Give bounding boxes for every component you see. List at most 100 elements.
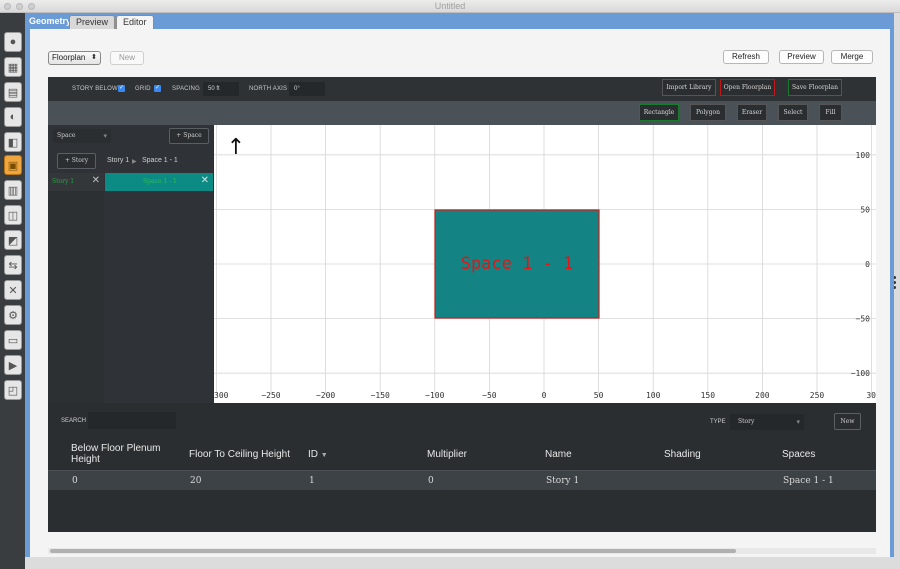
x-tick-label: −250	[261, 391, 280, 400]
results-summary-icon[interactable]: ◰	[4, 380, 22, 400]
x-tick-label: 100	[646, 391, 661, 400]
x-tick-label: 0	[542, 391, 547, 400]
loads-icon[interactable]: ◐	[4, 107, 22, 127]
column-id-label: ID	[308, 449, 318, 460]
column-below-floor-plenum-height[interactable]: Below Floor Plenum Height	[71, 443, 171, 465]
type-select[interactable]: Story ▾	[730, 414, 804, 430]
add-space-button[interactable]: + Space	[169, 128, 209, 144]
column-shading[interactable]: Shading	[664, 449, 701, 460]
geometry-icon[interactable]: ▣	[4, 155, 22, 175]
breadcrumb-space[interactable]: Space 1 - 1	[142, 157, 178, 164]
measures-icon[interactable]: ⚙	[4, 305, 22, 325]
x-tick-label: 150	[701, 391, 716, 400]
search-input[interactable]	[88, 412, 176, 429]
story-list: Story 1 ✕	[48, 173, 104, 403]
delete-space-icon[interactable]: ✕	[201, 175, 209, 186]
story-list-item[interactable]: Story 1 ✕	[48, 173, 104, 191]
site-icon[interactable]: ●	[4, 32, 22, 52]
column-spaces[interactable]: Spaces	[782, 449, 815, 460]
spaces-icon[interactable]: ◫	[4, 205, 22, 225]
table-row[interactable]: 0 20 1 0 Story 1 Space 1 - 1	[48, 471, 876, 490]
cell-below-floor-plenum-height[interactable]: 0	[72, 476, 78, 486]
breadcrumb-separator-icon: ▶	[132, 159, 137, 165]
refresh-button[interactable]: Refresh	[723, 50, 769, 64]
add-story-button[interactable]: + Story	[57, 153, 96, 169]
cell-spaces[interactable]: Space 1 - 1	[783, 476, 834, 486]
column-id[interactable]: ID ▼	[308, 449, 328, 461]
mode-select-value: Floorplan	[52, 53, 86, 62]
preview-button[interactable]: Preview	[779, 50, 824, 64]
y-tick-label: −50	[856, 315, 871, 324]
horizontal-scrollbar[interactable]	[48, 548, 876, 554]
tab-preview[interactable]: Preview	[69, 15, 116, 29]
plus-icon: +	[176, 132, 182, 139]
grid-checkbox[interactable]: ✓	[154, 85, 161, 92]
tab-editor[interactable]: Editor	[116, 15, 154, 29]
import-library-button[interactable]: Import Library	[662, 79, 716, 96]
scrollbar-thumb[interactable]	[50, 549, 736, 553]
schedules-icon[interactable]: ▦	[4, 57, 22, 77]
merge-button[interactable]: Merge	[831, 50, 873, 64]
spacing-label: SPACING	[172, 86, 200, 92]
cell-id[interactable]: 1	[309, 476, 315, 486]
x-axis-ticks: 300 −250 −200 −150 −100 −50 0 50 100 150 200 250 30	[214, 391, 876, 400]
simulation-settings-icon[interactable]: ▭	[4, 330, 22, 350]
spacing-input[interactable]: 50 ft	[203, 82, 239, 96]
hvac-systems-icon[interactable]: ⇆	[4, 255, 22, 275]
north-axis-input[interactable]: 0°	[289, 82, 325, 96]
run-simulation-icon[interactable]: ▶	[4, 355, 22, 375]
x-tick-label: 30	[866, 391, 876, 400]
object-sidebar: Space ▾ + Space + Story Story 1 ▶ Space …	[48, 125, 213, 403]
mode-select[interactable]: Floorplan ⬍	[48, 51, 101, 65]
space-list-item[interactable]: Space 1 - 1 ✕	[105, 173, 213, 191]
updown-arrow-icon: ⬍	[91, 54, 97, 61]
thermal-zones-icon[interactable]: ◩	[4, 230, 22, 250]
select-tool-button[interactable]: Select	[778, 104, 808, 121]
new-floorplan-button[interactable]: New	[110, 51, 144, 65]
save-floorplan-button[interactable]: Save Floorplan	[788, 79, 842, 96]
cell-name[interactable]: Story 1	[546, 476, 579, 486]
x-tick-label: −50	[482, 391, 497, 400]
cell-floor-to-ceiling-height[interactable]: 20	[190, 476, 201, 486]
grid-label: GRID	[135, 86, 151, 92]
window-title: Untitled	[434, 1, 466, 11]
window-titlebar: Untitled	[0, 0, 900, 13]
floorplan-canvas[interactable]: Space 1 - 1 300 −250 −200 −150 −100 −50 0 50 100…	[214, 125, 876, 403]
story-below-checkbox[interactable]: ✓	[118, 85, 125, 92]
polygon-tool-button[interactable]: Polygon	[690, 104, 726, 121]
breadcrumb-story[interactable]: Story 1	[107, 157, 129, 164]
constructions-icon[interactable]: ▤	[4, 82, 22, 102]
open-floorplan-button[interactable]: Open Floorplan	[720, 79, 775, 96]
type-label: TYPE	[710, 419, 726, 425]
north-arrow-icon: ↑	[227, 135, 245, 160]
add-story-label: Story	[71, 157, 89, 164]
facility-icon[interactable]: ▥	[4, 180, 22, 200]
table-header: Below Floor Plenum Height Floor To Ceili…	[48, 441, 876, 471]
y-tick-label: 50	[860, 205, 870, 214]
main-frame: Geometry Preview Editor Floorplan ⬍ New …	[25, 13, 894, 557]
section-title: Geometry	[29, 16, 72, 26]
building-components-icon[interactable]: ✕	[4, 280, 22, 300]
object-type-select[interactable]: Space ▾	[53, 129, 111, 143]
left-tool-strip: ● ▦ ▤ ◐ ◧ ▣ ▥ ◫ ◩ ⇆ ✕ ⚙ ▭ ▶ ◰	[0, 13, 25, 569]
space-label: Space 1 - 1	[461, 254, 574, 274]
column-floor-to-ceiling-height[interactable]: Floor To Ceiling Height	[189, 449, 290, 460]
floorplan-editor: STORY BELOW ✓ GRID ✓ SPACING 50 ft NORTH…	[48, 77, 876, 532]
y-axis-ticks: 100 50 0 −50 −100	[851, 151, 870, 378]
delete-story-icon[interactable]: ✕	[92, 175, 100, 186]
y-tick-label: 0	[865, 260, 870, 269]
plus-icon: +	[64, 157, 70, 164]
column-multiplier[interactable]: Multiplier	[427, 449, 467, 460]
fill-tool-button[interactable]: Fill	[819, 104, 842, 121]
tab-bar: Geometry Preview Editor	[25, 13, 894, 29]
floorplan-grid-svg[interactable]: Space 1 - 1 300 −250 −200 −150 −100 −50 0 50 100…	[214, 125, 876, 403]
eraser-tool-button[interactable]: Eraser	[737, 104, 767, 121]
new-story-button[interactable]: New	[834, 413, 861, 430]
add-space-label: Space	[183, 132, 202, 139]
cell-multiplier[interactable]: 0	[428, 476, 434, 486]
space-types-icon[interactable]: ◧	[4, 132, 22, 152]
dropdown-arrow-icon: ▾	[103, 132, 107, 140]
rectangle-tool-button[interactable]: Rectangle	[639, 104, 679, 121]
x-tick-label: −200	[316, 391, 335, 400]
column-name[interactable]: Name	[545, 449, 572, 460]
